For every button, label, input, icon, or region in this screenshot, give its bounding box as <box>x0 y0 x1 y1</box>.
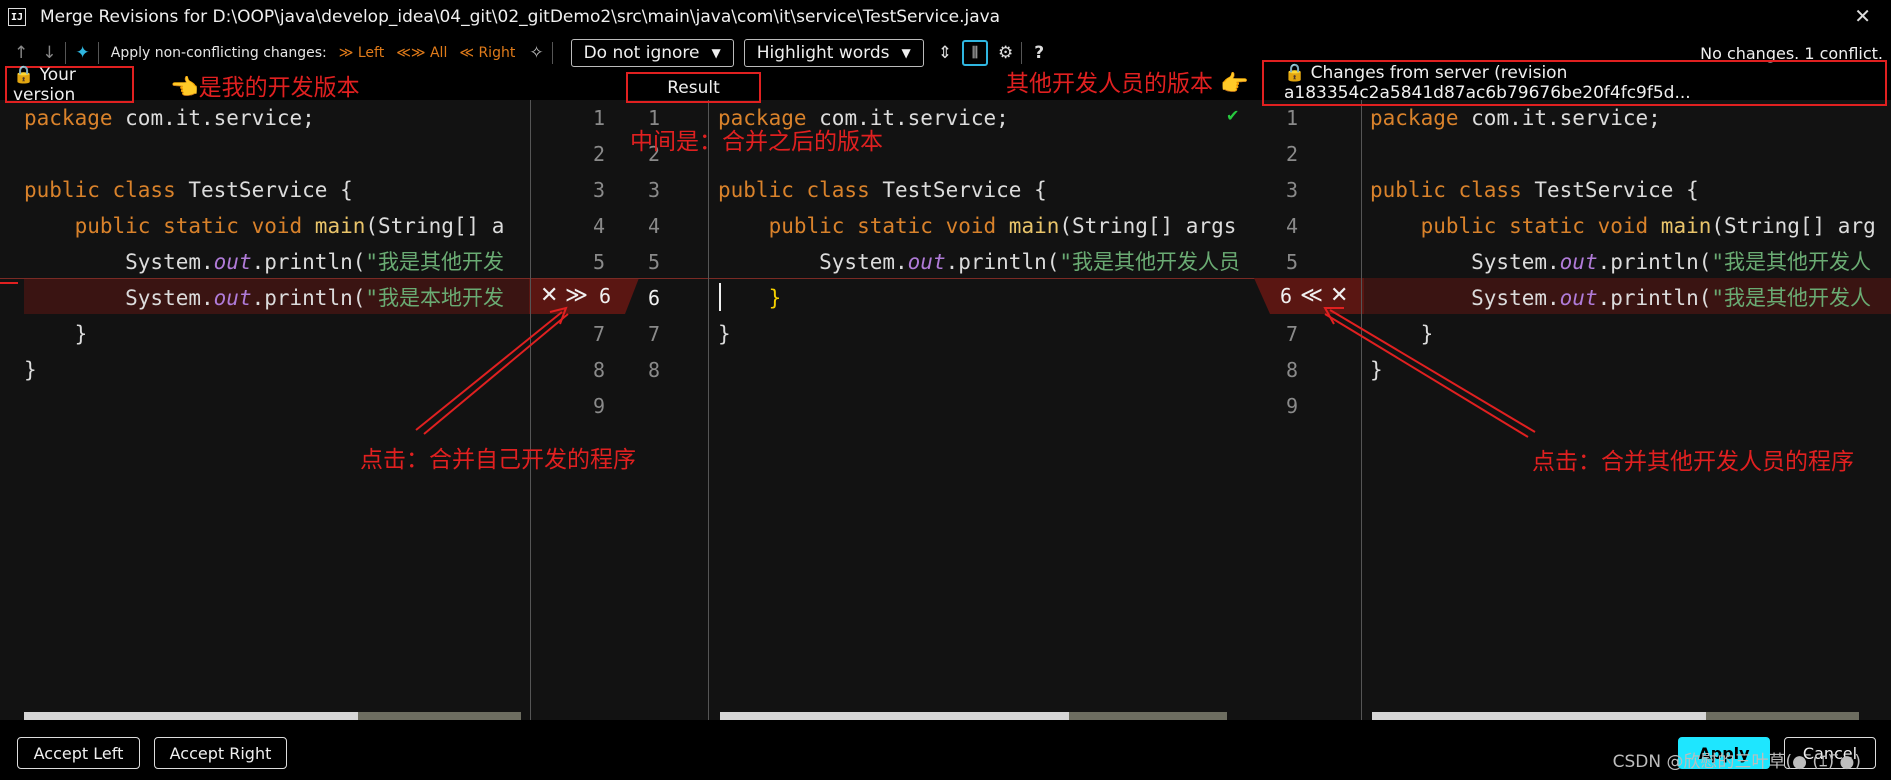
apply-all-button[interactable]: ≪≫ All <box>396 45 447 61</box>
ignore-dropdown-value: Do not ignore <box>583 43 700 63</box>
csdn-watermark: CSDN @欣慰的三叶草(● ̄(ｴ) ̄●) <box>1612 752 1861 772</box>
apply-left-button[interactable]: ≫ Left <box>339 45 384 61</box>
annotation-left-click: 点击：合并自己开发的程序 <box>360 447 636 473</box>
annotation-arrows <box>415 306 1536 438</box>
magic-resolve-icon[interactable]: ✧ <box>529 43 543 63</box>
chevron-down-icon: ▼ <box>711 46 721 60</box>
highlight-dropdown-value: Highlight words <box>756 43 890 63</box>
dialog-footer: Accept Left Accept Right Apply Cancel CS… <box>0 720 1891 780</box>
annotation-middle: 中间是：合并之后的版本 <box>630 129 883 155</box>
accept-right-button[interactable]: Accept Right <box>154 737 287 769</box>
your-version-header: 🔒 Your version <box>5 65 134 105</box>
toolbar-separator <box>1021 42 1023 64</box>
toolbar-separator <box>551 42 553 64</box>
ignore-whitespace-dropdown[interactable]: Do not ignore ▼ <box>570 39 734 67</box>
window-title: Merge Revisions for D:\OOP\java\develop_… <box>40 7 1001 27</box>
sync-scroll-icon: ⫼ <box>971 45 979 61</box>
close-icon[interactable]: ✕ <box>1854 4 1871 28</box>
apply-non-conflicting-label: Apply non-conflicting changes: <box>110 45 327 61</box>
server-changes-header: 🔒 Changes from server (revision a183354c… <box>1262 60 1887 106</box>
merge-editor: package com.it.service; public class Tes… <box>0 100 1891 724</box>
chevron-down-icon: ▼ <box>901 46 911 60</box>
highlight-mode-dropdown[interactable]: Highlight words ▼ <box>743 39 924 67</box>
apply-right-button[interactable]: ≪ Right <box>459 45 515 61</box>
next-change-icon[interactable]: ↓ <box>42 43 56 63</box>
previous-change-icon[interactable]: ↑ <box>14 43 28 63</box>
resolve-icon[interactable]: ✦ <box>76 43 90 63</box>
toolbar-separator <box>97 42 99 64</box>
gear-icon[interactable]: ⚙ <box>998 43 1013 63</box>
help-icon[interactable]: ? <box>1034 43 1044 63</box>
collapse-unchanged-icon[interactable]: ⇕ <box>938 43 952 63</box>
annotation-right-header: 其他开发人员的版本 👉 <box>1006 71 1249 97</box>
toolbar-separator <box>64 42 66 64</box>
title-bar: IJ Merge Revisions for D:\OOP\java\devel… <box>0 0 1891 34</box>
annotation-left-header: 👈是我的开发版本 <box>170 75 360 101</box>
annotation-right-click: 点击：合并其他开发人员的程序 <box>1532 449 1854 475</box>
intellij-app-icon: IJ <box>8 8 26 26</box>
result-header: Result <box>626 72 761 103</box>
accept-left-button[interactable]: Accept Left <box>17 737 140 769</box>
synchronize-scrolling-toggle[interactable]: ⫼ <box>962 40 988 66</box>
